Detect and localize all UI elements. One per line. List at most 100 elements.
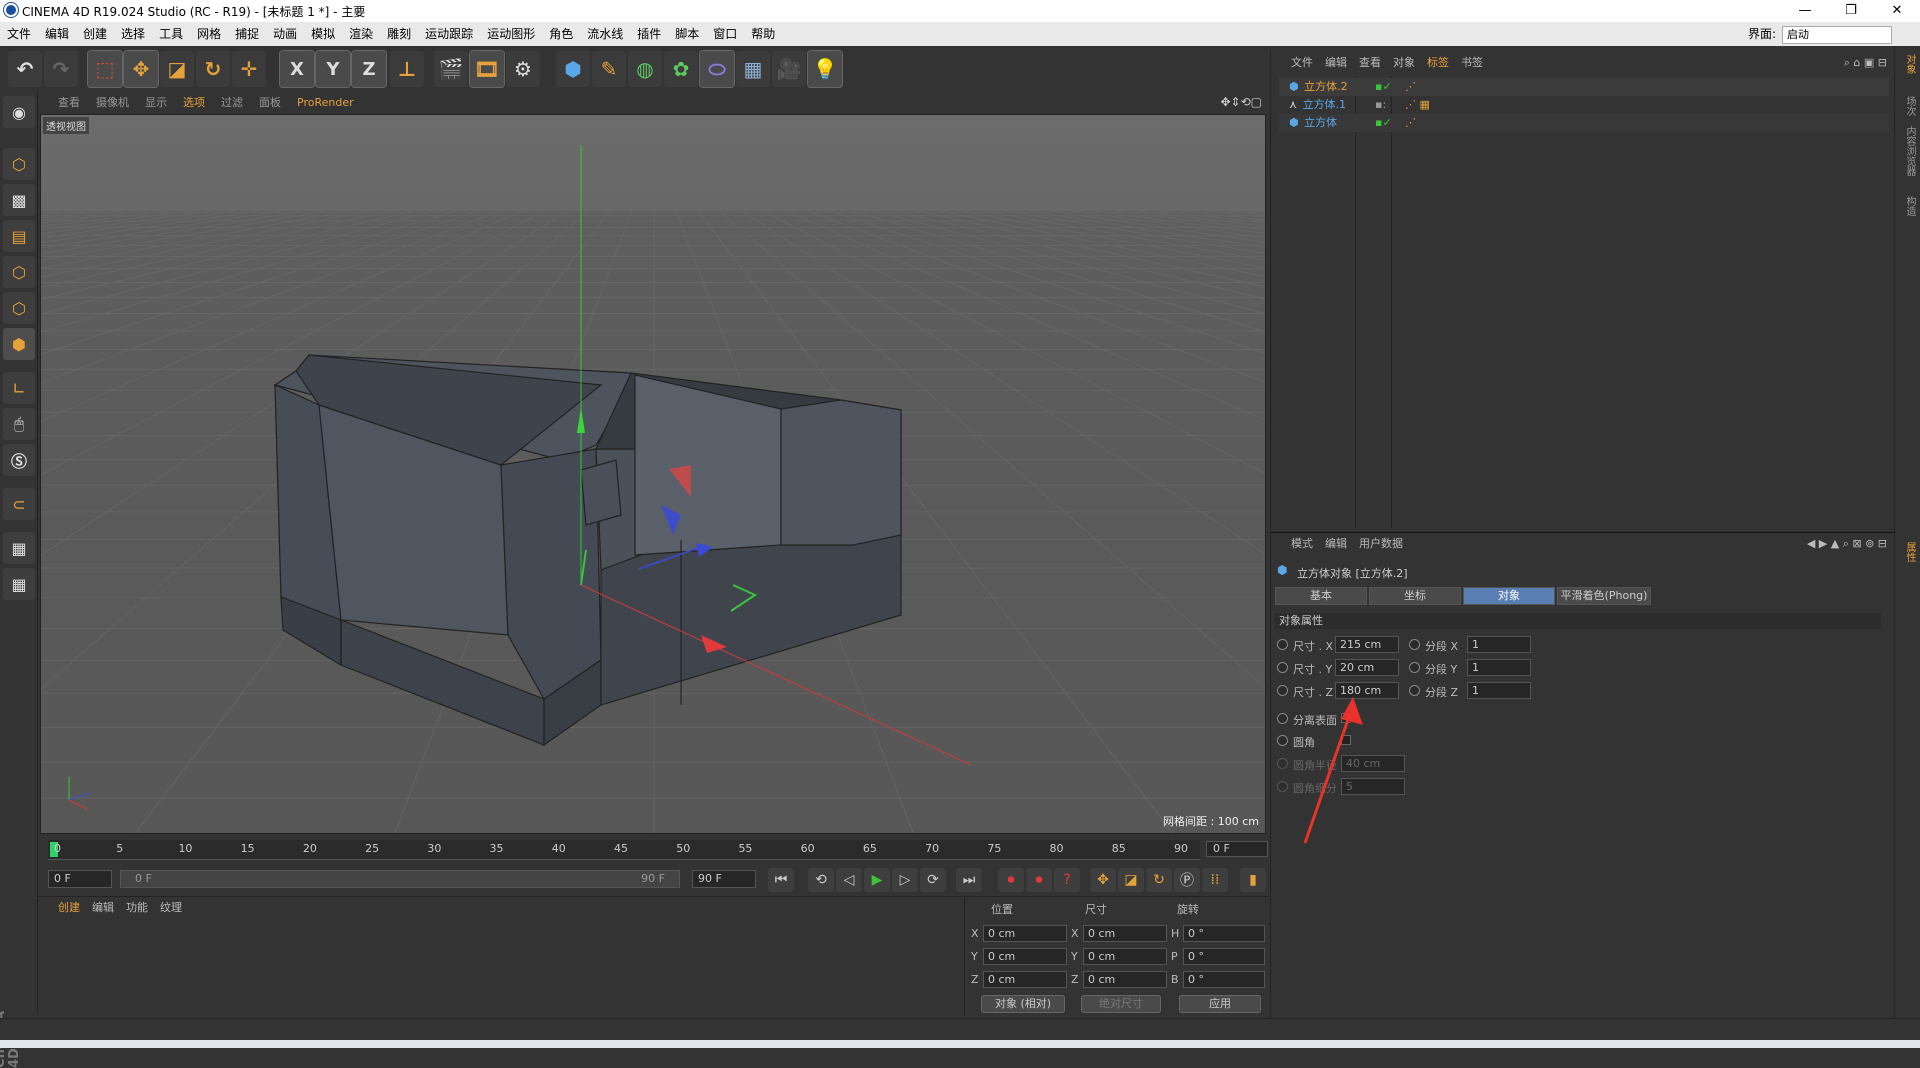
tab-object[interactable]: 对象 xyxy=(1463,587,1555,605)
autokeying-icon[interactable]: ⏺ xyxy=(1026,868,1052,892)
menu-plugins[interactable]: 插件 xyxy=(630,22,668,46)
size-x-keyframe-radio[interactable] xyxy=(1277,639,1288,650)
visibility-dots-icon[interactable]: ▪: xyxy=(1375,96,1386,114)
viewport-menu-filter[interactable]: 过滤 xyxy=(213,92,251,114)
size-y-keyframe-radio[interactable] xyxy=(1277,662,1288,673)
viewport-menu-options[interactable]: 选项 xyxy=(175,92,213,114)
undo-icon[interactable]: ↶ xyxy=(8,51,42,87)
object-row-cube-1[interactable]: ⋏ 立方体.1 ▪: ⋰ ▦ xyxy=(1279,96,1889,114)
menu-pipeline[interactable]: 流水线 xyxy=(580,22,630,46)
visibility-check-icon[interactable]: ▪✓ xyxy=(1375,114,1392,132)
scale-icon[interactable]: ◪ xyxy=(160,51,194,87)
menu-create[interactable]: 创建 xyxy=(76,22,114,46)
render-picture-viewer-icon[interactable]: 🎞 xyxy=(469,50,505,88)
material-menu-texture[interactable]: 纹理 xyxy=(154,897,188,919)
apply-button[interactable]: 应用 xyxy=(1179,995,1261,1013)
redo-icon[interactable]: ↷ xyxy=(44,51,78,87)
z-axis-lock-button[interactable]: Z xyxy=(351,50,387,88)
viewport-menu-camera[interactable]: 摄像机 xyxy=(88,92,137,114)
keyframe-selection-icon[interactable]: ? xyxy=(1054,868,1080,892)
solo-mode-icon[interactable]: Ⓢ xyxy=(3,444,35,476)
menu-window[interactable]: 窗口 xyxy=(706,22,744,46)
right-tab-attributes[interactable]: 属性 xyxy=(1899,542,1917,562)
tag-icon[interactable]: ⋰ xyxy=(1405,78,1416,96)
timeline-ruler[interactable]: 0 5 10 15 20 25 30 35 40 45 50 55 60 65 70 75 80 85 90 xyxy=(48,840,1200,860)
size-y-field[interactable]: 0 cm xyxy=(1083,948,1167,965)
array-generator-icon[interactable]: ✿ xyxy=(664,51,698,87)
size-z-keyframe-radio[interactable] xyxy=(1277,685,1288,696)
preview-range-slider[interactable]: 0 F 90 F xyxy=(120,870,680,888)
close-button[interactable]: ✕ xyxy=(1874,0,1920,22)
seg-x-field[interactable]: 1 xyxy=(1467,636,1531,653)
tag-icon[interactable]: ⋰ ▦ xyxy=(1405,96,1430,114)
object-name[interactable]: 立方体.2 xyxy=(1304,80,1348,93)
viewport-menu-prorender[interactable]: ProRender xyxy=(289,92,362,114)
viewport-menu-display[interactable]: 显示 xyxy=(137,92,175,114)
snapping-magnet-icon[interactable]: ⊂ xyxy=(3,488,35,520)
go-to-start-icon[interactable]: ⏮ xyxy=(768,868,794,892)
material-menu-edit[interactable]: 编辑 xyxy=(86,897,120,919)
object-menu-tags[interactable]: 标签 xyxy=(1421,52,1455,74)
tag-icon[interactable]: ⋰ xyxy=(1405,114,1416,132)
object-name[interactable]: 立方体 xyxy=(1304,116,1337,129)
material-menu-function[interactable]: 功能 xyxy=(120,897,154,919)
size-x-field[interactable]: 0 cm xyxy=(1083,925,1167,942)
object-manager-search-icon[interactable]: ⌕ ⌂ ▣ ⊟ xyxy=(1844,56,1887,70)
menu-mesh[interactable]: 网格 xyxy=(190,22,228,46)
menu-sculpt[interactable]: 雕刻 xyxy=(380,22,418,46)
maximize-button[interactable]: ❐ xyxy=(1828,0,1874,22)
right-tab-content-browser[interactable]: 内容浏览器 xyxy=(1899,126,1917,176)
size-y-field[interactable]: 20 cm xyxy=(1335,659,1399,676)
object-menu-bookmarks[interactable]: 书签 xyxy=(1455,52,1489,74)
record-rotation-icon[interactable]: ↻ xyxy=(1146,868,1172,892)
menu-help[interactable]: 帮助 xyxy=(744,22,782,46)
attribute-nav-icon[interactable]: ◀ ▶ ▲ ⌕ ⊠ ⊚ ⊟ xyxy=(1807,537,1887,551)
floor-environment-icon[interactable]: ▦ xyxy=(736,51,770,87)
record-active-objects-icon[interactable]: ⏺ xyxy=(998,868,1024,892)
attribute-menu-mode[interactable]: 模式 xyxy=(1271,533,1319,555)
menu-script[interactable]: 脚本 xyxy=(668,22,706,46)
start-frame-field[interactable]: 0 F xyxy=(48,870,112,888)
polygons-mode-icon[interactable]: ⬢ xyxy=(3,328,35,360)
menu-select[interactable]: 选择 xyxy=(114,22,152,46)
pos-y-field[interactable]: 0 cm xyxy=(983,948,1067,965)
viewport-menu-panel[interactable]: 面板 xyxy=(251,92,289,114)
next-frame-icon[interactable]: ▷ xyxy=(892,868,918,892)
seg-y-field[interactable]: 1 xyxy=(1467,659,1531,676)
menu-mograph[interactable]: 运动图形 xyxy=(480,22,542,46)
camera-icon[interactable]: 🎥 xyxy=(772,51,806,87)
menu-character[interactable]: 角色 xyxy=(542,22,580,46)
end-frame-field[interactable]: 90 F xyxy=(692,870,756,888)
seg-y-keyframe-radio[interactable] xyxy=(1409,662,1420,673)
tab-basic[interactable]: 基本 xyxy=(1275,587,1367,605)
y-axis-lock-button[interactable]: Y xyxy=(315,50,351,88)
menu-render[interactable]: 渲染 xyxy=(342,22,380,46)
perspective-viewport[interactable]: 透视视图 网格间距 : 100 cm xyxy=(40,114,1266,834)
size-z-field[interactable]: 0 cm xyxy=(1083,971,1167,988)
tab-coordinates[interactable]: 坐标 xyxy=(1369,587,1461,605)
attribute-menu-user-data[interactable]: 用户数据 xyxy=(1353,533,1409,555)
x-axis-lock-button[interactable]: X xyxy=(279,50,315,88)
record-parameter-icon[interactable]: Ⓟ xyxy=(1174,868,1200,892)
locked-workplane-icon[interactable]: ▦ xyxy=(3,532,35,564)
object-menu-edit[interactable]: 编辑 xyxy=(1319,52,1353,74)
menu-motion-tracking[interactable]: 运动跟踪 xyxy=(418,22,480,46)
seg-x-keyframe-radio[interactable] xyxy=(1409,639,1420,650)
viewport-menu-view[interactable]: 查看 xyxy=(38,92,88,114)
light-icon[interactable]: 💡 xyxy=(807,50,843,88)
previous-frame-icon[interactable]: ◁ xyxy=(836,868,862,892)
viewport-navigation-icon[interactable]: ✥⇕⟲▢ xyxy=(1220,95,1262,109)
pen-spline-icon[interactable]: ✎ xyxy=(592,51,626,87)
planar-workplane-icon[interactable]: ▦ xyxy=(3,568,35,600)
timeline[interactable]: 0 5 10 15 20 25 30 35 40 45 50 55 60 65 70 75 80 85 90 0 F xyxy=(38,836,1268,862)
previous-key-icon[interactable]: ⟲ xyxy=(808,868,834,892)
cube-object-icon[interactable]: ⬢ xyxy=(556,51,590,87)
make-editable-icon[interactable]: ◉ xyxy=(3,96,35,128)
object-menu-file[interactable]: 文件 xyxy=(1271,52,1319,74)
seg-z-field[interactable]: 1 xyxy=(1467,682,1531,699)
tweak-mode-icon[interactable]: 🖱 xyxy=(3,408,35,440)
edges-mode-icon[interactable]: ⬡ xyxy=(3,292,35,324)
tab-phong[interactable]: 平滑着色(Phong) xyxy=(1557,587,1651,605)
live-select-icon[interactable]: ⬚ xyxy=(87,50,123,88)
size-x-field[interactable]: 215 cm xyxy=(1335,636,1399,653)
